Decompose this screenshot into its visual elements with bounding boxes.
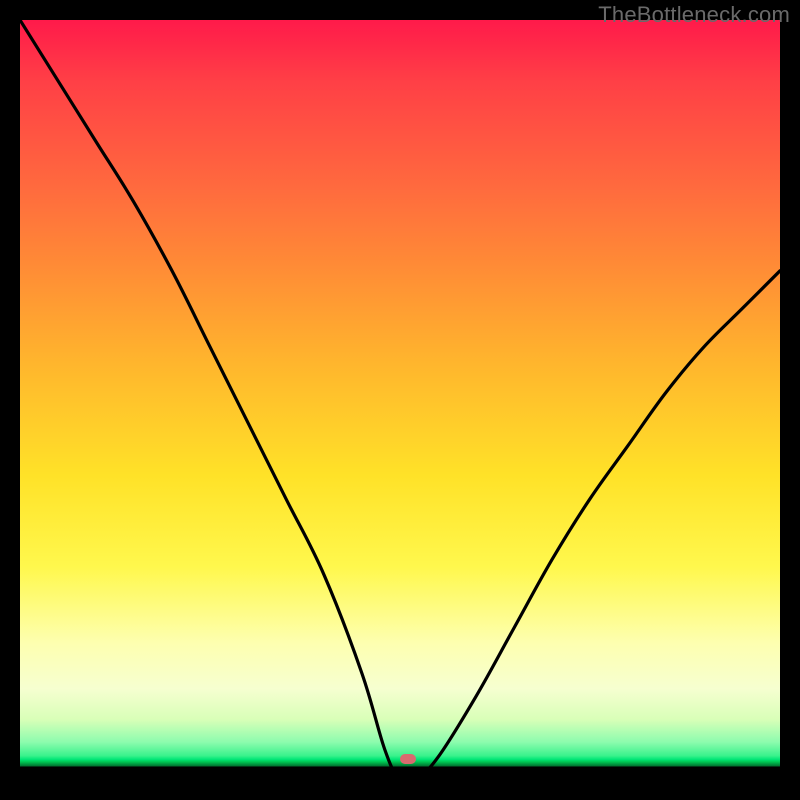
watermark-text: TheBottleneck.com (598, 2, 790, 28)
chart-frame: TheBottleneck.com (0, 0, 800, 800)
valley-marker (400, 754, 416, 764)
bottleneck-curve (20, 20, 780, 780)
plot-area (20, 20, 780, 780)
curve-path (20, 20, 780, 780)
